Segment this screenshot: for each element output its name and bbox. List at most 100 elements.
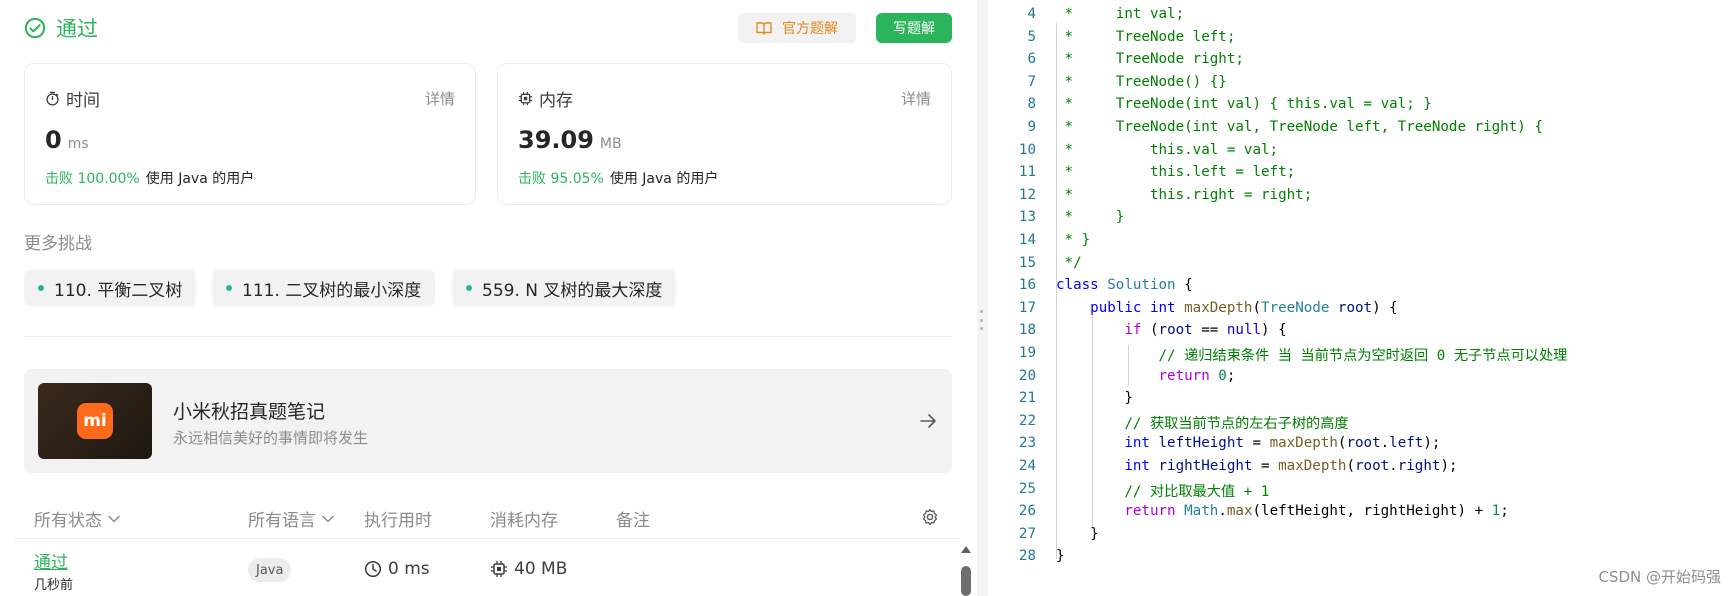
- code-line: }: [1056, 390, 1133, 407]
- code-line: // 获取当前节点的左右子树的高度: [1124, 415, 1349, 432]
- line-number: 23: [1018, 435, 1036, 452]
- line-number: 24: [1018, 458, 1036, 474]
- line-number: 7: [1027, 73, 1036, 90]
- code-line: class Solution {: [1056, 277, 1193, 294]
- watermark: CSDN @开始码强: [1598, 568, 1721, 586]
- challenge-tag-label: 559. N 叉树的最大深度: [482, 280, 663, 301]
- runtime-beat-suffix: 使用 Java 的用户: [145, 171, 255, 187]
- table-header-line: [14, 538, 960, 539]
- filter-language-dropdown[interactable]: 所有语言: [248, 506, 334, 531]
- code-editor[interactable]: 4 * int val; 5 * TreeNode left; 6 * TreeNo…: [988, 0, 1735, 596]
- code-line: * this.right = right;: [1056, 186, 1313, 203]
- scrollbar-thumb[interactable]: [961, 566, 971, 596]
- code-line: }: [1056, 525, 1099, 542]
- header-status: 所有状态: [34, 511, 102, 531]
- submission-runtime: 0 ms: [364, 559, 430, 579]
- code-line: // 递归结束条件 当 当前节点为空时返回 0 无子节点可以处理: [1158, 348, 1568, 364]
- panel-splitter[interactable]: [977, 0, 988, 596]
- code-line: * TreeNode left;: [1056, 28, 1236, 45]
- submission-language-badge: Java: [248, 558, 292, 582]
- book-icon: [756, 22, 772, 35]
- code-line: if (root == null) {: [1124, 322, 1287, 339]
- line-number: 18: [1018, 322, 1036, 339]
- challenge-tag[interactable]: 110. 平衡二叉树: [24, 270, 197, 306]
- memory-card: 内存 详情 39.09 MB 击败 95.05% 使用 Java 的用户: [497, 63, 952, 205]
- line-number: 4: [1027, 6, 1036, 22]
- runtime-title: 时间: [45, 86, 100, 111]
- memory-value: 39.09: [518, 126, 594, 154]
- clock-icon: [364, 560, 382, 578]
- memory-beat-percent: 击败 95.05%: [518, 171, 604, 187]
- memory-beat: 击败 95.05% 使用 Java 的用户: [518, 168, 718, 188]
- memory-title-text: 内存: [539, 91, 573, 111]
- filter-status-dropdown[interactable]: 所有状态: [34, 506, 120, 531]
- line-number: 8: [1027, 96, 1036, 113]
- submission-runtime-value: 0 ms: [388, 559, 430, 579]
- code-line: * TreeNode() {}: [1056, 73, 1227, 90]
- code-line: * TreeNode right;: [1056, 51, 1244, 68]
- submission-status-link[interactable]: 通过: [34, 548, 68, 573]
- code-line: return Math.max(leftHeight, rightHeight)…: [1124, 503, 1509, 520]
- tag-dot-icon: [226, 285, 232, 291]
- code-line: }: [1056, 548, 1065, 565]
- memory-unit: MB: [599, 136, 622, 152]
- submission-time-ago: 几秒前: [34, 578, 74, 593]
- write-solution-button[interactable]: 写题解: [876, 13, 952, 43]
- submission-memory: 40 MB: [490, 559, 567, 579]
- runtime-unit: ms: [67, 136, 89, 152]
- runtime-value-row: 0 ms: [45, 126, 89, 154]
- divider: [24, 336, 952, 337]
- chip-icon: [518, 91, 533, 106]
- line-number: 16: [1018, 277, 1036, 294]
- line-number: 6: [1027, 51, 1036, 68]
- official-solution-button[interactable]: 官方题解: [738, 13, 856, 43]
- check-circle-icon: [24, 17, 46, 39]
- line-number: 15: [1018, 254, 1036, 271]
- code-line: * int val;: [1056, 6, 1185, 22]
- chevron-down-icon: [108, 515, 120, 523]
- promo-banner[interactable]: mi 小米秋招真题笔记 永远相信美好的事情即将发生: [24, 369, 952, 473]
- line-number: 17: [1018, 299, 1036, 316]
- code-line: * }: [1056, 209, 1125, 226]
- runtime-detail-link[interactable]: 详情: [425, 88, 455, 109]
- submission-result-panel: 通过 官方题解 写题解 时间 详情 0 ms 击败 100.00% 使用 Java…: [0, 0, 977, 596]
- line-number: 21: [1018, 390, 1036, 407]
- banner-thumbnail: mi: [38, 383, 152, 459]
- code-line: * }: [1056, 232, 1091, 248]
- code-line: * TreeNode(int val, TreeNode left, TreeN…: [1056, 119, 1543, 135]
- runtime-beat: 击败 100.00% 使用 Java 的用户: [45, 168, 254, 188]
- mi-logo-icon: mi: [77, 403, 113, 439]
- code-line: int leftHeight = maxDepth(root.left);: [1124, 435, 1441, 452]
- official-solution-label: 官方题解: [782, 21, 838, 37]
- line-number: 25: [1018, 480, 1036, 497]
- line-number: 10: [1018, 141, 1036, 158]
- memory-title: 内存: [518, 86, 573, 111]
- header-language: 所有语言: [248, 511, 316, 531]
- gear-icon[interactable]: [921, 508, 939, 526]
- chip-icon: [491, 561, 507, 577]
- challenge-tag-label: 111. 二叉树的最小深度: [242, 280, 422, 301]
- line-number: 28: [1018, 548, 1036, 565]
- code-line: // 对比取最大值 + 1: [1124, 483, 1270, 500]
- header-runtime: 执行用时: [364, 511, 432, 531]
- header-memory: 消耗内存: [490, 511, 558, 531]
- accepted-status: 通过: [24, 10, 98, 46]
- runtime-card: 时间 详情 0 ms 击败 100.00% 使用 Java 的用户: [24, 63, 476, 205]
- line-number: 20: [1018, 367, 1036, 384]
- runtime-beat-percent: 击败 100.00%: [45, 171, 140, 187]
- challenge-tag[interactable]: 559. N 叉树的最大深度: [452, 270, 677, 306]
- scroll-up-arrow[interactable]: [961, 546, 971, 553]
- code-line: * this.val = val;: [1056, 141, 1279, 158]
- memory-detail-link[interactable]: 详情: [901, 88, 931, 109]
- line-number: 9: [1027, 119, 1036, 135]
- stopwatch-icon: [46, 91, 59, 106]
- line-number: 14: [1018, 232, 1036, 248]
- code-line: */: [1056, 254, 1082, 271]
- submission-memory-value: 40 MB: [514, 559, 568, 579]
- runtime-title-text: 时间: [66, 91, 100, 111]
- code-line: * this.left = left;: [1056, 164, 1296, 181]
- line-number: 11: [1018, 164, 1036, 181]
- challenge-tag-label: 110. 平衡二叉树: [54, 280, 183, 301]
- code-line: public int maxDepth(TreeNode root) {: [1090, 299, 1398, 316]
- challenge-tag[interactable]: 111. 二叉树的最小深度: [212, 270, 436, 306]
